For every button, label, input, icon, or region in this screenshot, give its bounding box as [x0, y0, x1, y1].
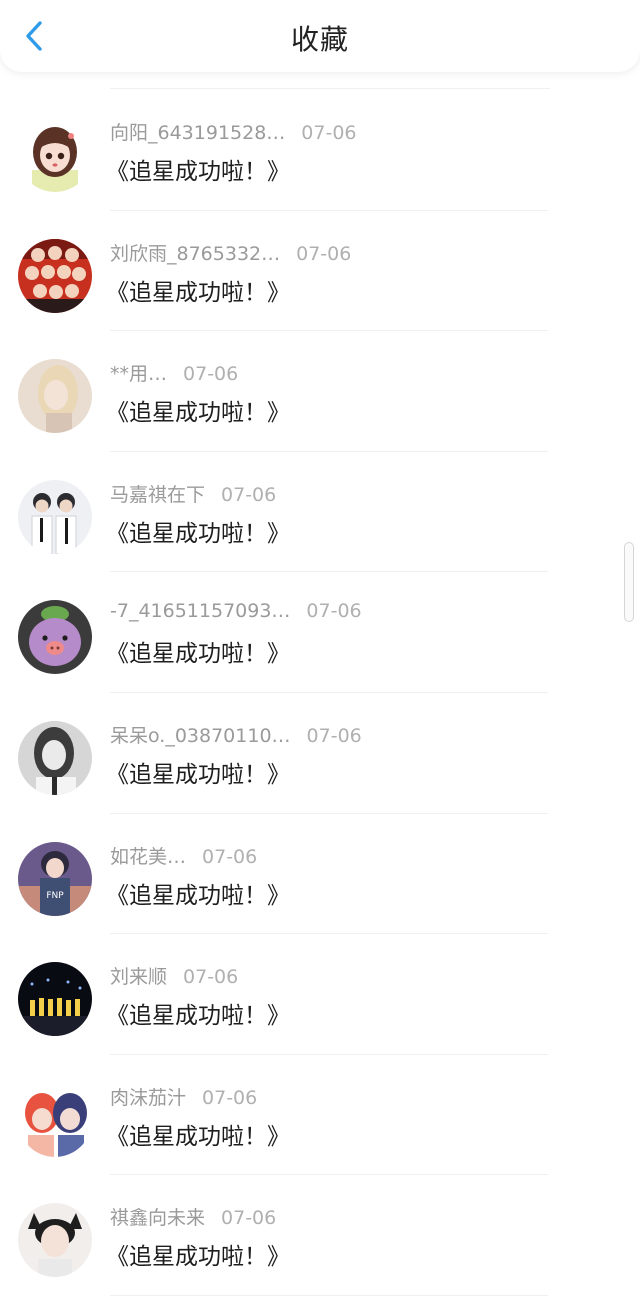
item-title[interactable]: 《追星成功啦！》	[106, 273, 290, 307]
list-item[interactable]: 肉沫茄汁 07-06 《追星成功啦！》	[0, 1055, 640, 1176]
top-bar: 收藏	[0, 0, 640, 72]
item-date: 07-06	[202, 845, 258, 868]
item-meta: 刘来顺 07-06	[110, 962, 238, 989]
username[interactable]: 向阳_643191528…	[110, 122, 285, 144]
item-meta: 祺鑫向未来 07-06	[110, 1203, 276, 1230]
item-title[interactable]: 《追星成功啦！》	[106, 393, 290, 427]
avatar[interactable]	[18, 720, 92, 795]
list-item[interactable]: 祺鑫向未来 07-06 《追星成功啦！》	[0, 1175, 640, 1296]
item-title[interactable]: 《追星成功啦！》	[106, 634, 290, 668]
item-title[interactable]: 《追星成功啦！》	[106, 876, 290, 910]
item-date: 07-06	[202, 1086, 258, 1109]
item-date: 07-06	[306, 600, 362, 623]
item-title[interactable]: 《追星成功啦！》	[106, 755, 290, 789]
list-item[interactable]: **用… 07-06 《追星成功啦！》	[0, 331, 640, 452]
item-title[interactable]: 《追星成功啦！》	[106, 1117, 290, 1151]
scrollbar[interactable]	[624, 542, 634, 622]
item-title[interactable]: 《追星成功啦！》	[106, 1237, 290, 1271]
username[interactable]: 如花美…	[110, 846, 186, 868]
item-meta: 马嘉祺在下 07-06	[110, 480, 276, 507]
list-item[interactable]: 刘欣雨_8765332… 07-06 《追星成功啦！》	[0, 211, 640, 332]
item-meta: 肉沫茄汁 07-06	[110, 1083, 257, 1110]
item-date: 07-06	[221, 1207, 277, 1230]
avatar[interactable]	[18, 238, 92, 313]
item-meta: 向阳_643191528… 07-06	[110, 118, 357, 145]
list-item[interactable]: FNP 如花美… 07-06 《追星成功啦！》	[0, 814, 640, 935]
list-item[interactable]: 马嘉祺在下 07-06 《追星成功啦！》	[0, 452, 640, 573]
svg-text:FNP: FNP	[46, 891, 64, 901]
item-date: 07-06	[306, 724, 362, 747]
list-item[interactable]: -7_41651157093… 07-06 《追星成功啦！》	[0, 572, 640, 693]
avatar[interactable]: FNP	[18, 841, 92, 916]
avatar[interactable]	[18, 600, 92, 675]
list-item[interactable]: 向阳_643191528… 07-06 《追星成功啦！》	[0, 90, 640, 211]
list-item[interactable]: 呆呆o._03870110… 07-06 《追星成功啦！》	[0, 693, 640, 814]
avatar[interactable]	[18, 359, 92, 434]
username[interactable]: 祺鑫向未来	[110, 1207, 205, 1229]
item-meta: **用… 07-06	[110, 359, 238, 386]
username[interactable]: 呆呆o._03870110…	[110, 725, 291, 747]
username[interactable]: 肉沫茄汁	[110, 1087, 186, 1109]
divider	[110, 88, 550, 89]
avatar[interactable]	[18, 479, 92, 554]
username[interactable]: -7_41651157093…	[110, 600, 290, 622]
item-title[interactable]: 《追星成功啦！》	[106, 996, 290, 1030]
avatar[interactable]	[18, 118, 92, 192]
item-date: 07-06	[183, 966, 239, 989]
item-meta: 刘欣雨_8765332… 07-06	[110, 239, 351, 266]
avatar[interactable]	[18, 962, 92, 1037]
username[interactable]: **用…	[110, 363, 167, 385]
list-item[interactable]: 刘来顺 07-06 《追星成功啦！》	[0, 934, 640, 1055]
item-meta: 如花美… 07-06	[110, 842, 257, 869]
item-meta: 呆呆o._03870110… 07-06	[110, 721, 362, 748]
item-date: 07-06	[301, 122, 357, 144]
username[interactable]: 刘欣雨_8765332…	[110, 243, 280, 265]
item-date: 07-06	[296, 242, 352, 265]
item-meta: -7_41651157093… 07-06	[110, 600, 362, 622]
item-title[interactable]: 《追星成功啦！》	[106, 514, 290, 548]
username[interactable]: 马嘉祺在下	[110, 484, 205, 506]
username[interactable]: 刘来顺	[110, 966, 167, 988]
avatar[interactable]	[18, 1203, 92, 1278]
item-title[interactable]: 《追星成功啦！》	[106, 152, 290, 186]
avatar[interactable]	[18, 1082, 92, 1157]
favorites-list: 向阳_643191528… 07-06 《追星成功啦！》 刘欣雨_8765332…	[0, 90, 640, 1296]
page-title: 收藏	[290, 23, 349, 56]
item-date: 07-06	[221, 483, 277, 506]
item-date: 07-06	[183, 363, 239, 386]
divider	[110, 1294, 548, 1296]
